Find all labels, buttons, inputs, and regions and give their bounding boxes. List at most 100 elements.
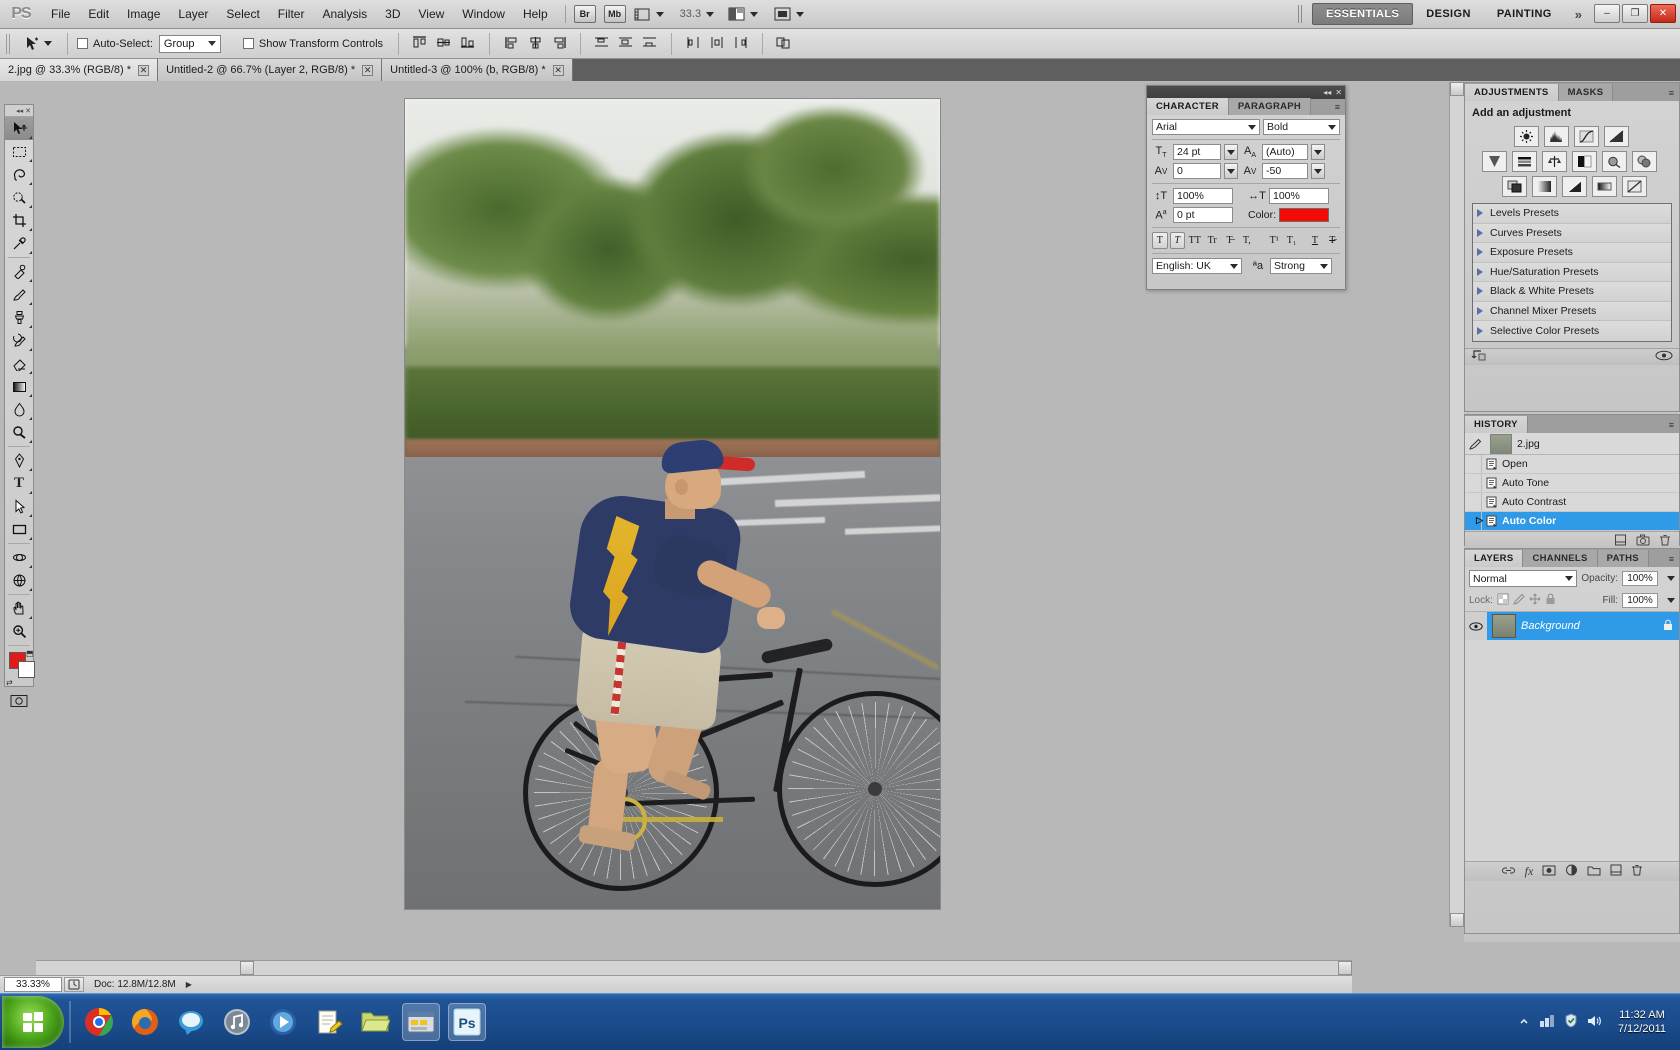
- layer-row-background[interactable]: Background: [1465, 612, 1679, 640]
- document-tab-2[interactable]: Untitled-3 @ 100% (b, RGB/8) * ✕: [382, 59, 572, 81]
- opacity-chevron-down-icon[interactable]: [1667, 576, 1675, 581]
- restore-button[interactable]: ❐: [1622, 4, 1648, 23]
- tool-rectangular-marquee[interactable]: [5, 140, 33, 163]
- preset-hue-saturation[interactable]: Hue/Saturation Presets: [1473, 263, 1671, 283]
- close-button[interactable]: ✕: [1650, 4, 1676, 23]
- tool-eyedropper[interactable]: [5, 232, 33, 255]
- fill-field[interactable]: 100%: [1622, 593, 1658, 608]
- tool-rectangle[interactable]: [5, 518, 33, 541]
- delete-state-icon[interactable]: [1659, 534, 1671, 549]
- menu-layer[interactable]: Layer: [169, 4, 217, 25]
- add-layer-style-icon[interactable]: fx: [1525, 864, 1534, 879]
- canvas-vertical-scrollbar[interactable]: [1449, 82, 1464, 927]
- levels-icon[interactable]: [1544, 126, 1569, 147]
- font-size-field[interactable]: 24 pt: [1173, 144, 1221, 160]
- character-panel-collapse-icon[interactable]: ◂◂: [1323, 88, 1331, 97]
- history-list[interactable]: 2.jpg Open Auto Tone: [1465, 433, 1679, 531]
- curves-icon[interactable]: [1574, 126, 1599, 147]
- distribute-right-edges-button[interactable]: [732, 34, 751, 53]
- distribute-vertical-centers-button[interactable]: [616, 34, 635, 53]
- subscript-button[interactable]: T,: [1239, 232, 1254, 249]
- align-horizontal-centers-button[interactable]: [526, 34, 545, 53]
- workspace-essentials[interactable]: ESSENTIALS: [1312, 3, 1413, 25]
- taskbar-firefox-icon[interactable]: [126, 1003, 164, 1041]
- tool-history-brush[interactable]: [5, 329, 33, 352]
- anti-alias-field[interactable]: Strong: [1270, 258, 1332, 274]
- history-state-open[interactable]: Open: [1465, 455, 1679, 474]
- tracking-field[interactable]: -50: [1262, 163, 1308, 179]
- black-white-icon[interactable]: [1572, 151, 1597, 172]
- vertical-scale-field[interactable]: 100%: [1173, 188, 1233, 204]
- leading-dropdown[interactable]: [1311, 144, 1325, 160]
- history-brush-source-icon[interactable]: [1465, 438, 1485, 450]
- tool-eraser[interactable]: [5, 352, 33, 375]
- threshold-icon[interactable]: [1562, 176, 1587, 197]
- tracking-dropdown[interactable]: [1311, 163, 1325, 179]
- taskbar-notes-icon[interactable]: [310, 1003, 348, 1041]
- subscript-alt-button[interactable]: T₁: [1284, 232, 1299, 249]
- align-bottom-edges-button[interactable]: [458, 34, 477, 53]
- align-vertical-centers-button[interactable]: [434, 34, 453, 53]
- vibrance-icon[interactable]: [1482, 151, 1507, 172]
- faux-bold-button[interactable]: T: [1152, 232, 1168, 249]
- workspace-painting[interactable]: PAINTING: [1484, 4, 1565, 24]
- document-tab-1[interactable]: Untitled-2 @ 66.7% (Layer 2, RGB/8) * ✕: [158, 59, 382, 81]
- new-adjustment-layer-icon[interactable]: [1565, 864, 1578, 879]
- switch-colors-icon[interactable]: ⇄: [6, 678, 13, 687]
- toolbox-close-icon[interactable]: ✕: [25, 107, 31, 115]
- language-field[interactable]: English: UK: [1152, 258, 1242, 274]
- small-caps-button[interactable]: Tr: [1204, 232, 1219, 249]
- tool-brush[interactable]: [5, 283, 33, 306]
- taskbar-itunes-icon[interactable]: [218, 1003, 256, 1041]
- tool-move[interactable]: [5, 117, 33, 140]
- exposure-icon[interactable]: [1604, 126, 1629, 147]
- taskbar-chrome-icon[interactable]: [80, 1003, 118, 1041]
- selective-color-icon[interactable]: [1622, 176, 1647, 197]
- document-tab-0[interactable]: 2.jpg @ 33.3% (RGB/8) * ✕: [0, 59, 158, 81]
- horizontal-scale-field[interactable]: 100%: [1269, 188, 1329, 204]
- lock-position-icon[interactable]: [1529, 593, 1541, 608]
- color-balance-icon[interactable]: [1542, 151, 1567, 172]
- return-to-adjustment-list-icon[interactable]: [1471, 349, 1486, 365]
- toggle-layer-visibility-icon[interactable]: [1655, 350, 1673, 364]
- fill-chevron-down-icon[interactable]: [1667, 598, 1675, 603]
- security-icon[interactable]: [1564, 1013, 1578, 1031]
- tool-horizontal-type[interactable]: T: [5, 472, 33, 495]
- tool-spot-healing-brush[interactable]: [5, 260, 33, 283]
- align-top-edges-button[interactable]: [410, 34, 429, 53]
- tab-masks[interactable]: MASKS: [1559, 84, 1614, 101]
- add-layer-mask-icon[interactable]: [1542, 865, 1556, 879]
- layer-visibility-eye-icon[interactable]: [1465, 612, 1487, 640]
- show-hidden-icons-button[interactable]: [1517, 1014, 1531, 1031]
- tool-pen[interactable]: [5, 449, 33, 472]
- superscript-alt-button[interactable]: T¹: [1267, 232, 1282, 249]
- baseline-shift-field[interactable]: 0 pt: [1173, 207, 1233, 223]
- menu-image[interactable]: Image: [118, 4, 169, 25]
- lock-image-pixels-icon[interactable]: [1513, 593, 1525, 608]
- tab-paths[interactable]: PATHS: [1598, 550, 1649, 567]
- tool-quick-selection[interactable]: [5, 186, 33, 209]
- taskbar-clock[interactable]: 11:32 AM 7/12/2011: [1610, 1008, 1674, 1036]
- photo-filter-icon[interactable]: [1602, 151, 1627, 172]
- leading-field[interactable]: (Auto): [1262, 144, 1308, 160]
- taskbar-messenger-icon[interactable]: [172, 1003, 210, 1041]
- tab-layers[interactable]: LAYERS: [1465, 550, 1523, 567]
- launch-mini-bridge-button[interactable]: Mb: [604, 5, 626, 23]
- font-size-dropdown[interactable]: [1224, 144, 1238, 160]
- lock-transparent-pixels-icon[interactable]: [1497, 593, 1509, 608]
- toolbox-collapse-icon[interactable]: ◂◂: [16, 107, 23, 115]
- history-state-auto-contrast[interactable]: Auto Contrast: [1465, 493, 1679, 512]
- blend-mode-dropdown[interactable]: Normal: [1469, 570, 1577, 587]
- menu-help[interactable]: Help: [514, 4, 557, 25]
- taskbar-folder-icon[interactable]: [356, 1003, 394, 1041]
- launch-bridge-button[interactable]: Br: [574, 5, 596, 23]
- new-group-icon[interactable]: [1587, 865, 1601, 879]
- link-layers-icon[interactable]: [1501, 865, 1516, 879]
- preview-menu-icon[interactable]: [64, 977, 84, 992]
- align-right-edges-button[interactable]: [550, 34, 569, 53]
- tab-paragraph[interactable]: PARAGRAPH: [1229, 98, 1311, 115]
- layer-thumbnail[interactable]: [1492, 614, 1516, 638]
- history-brush-toggle[interactable]: [1465, 493, 1482, 511]
- tool-hand[interactable]: [5, 597, 33, 620]
- menu-view[interactable]: View: [409, 4, 453, 25]
